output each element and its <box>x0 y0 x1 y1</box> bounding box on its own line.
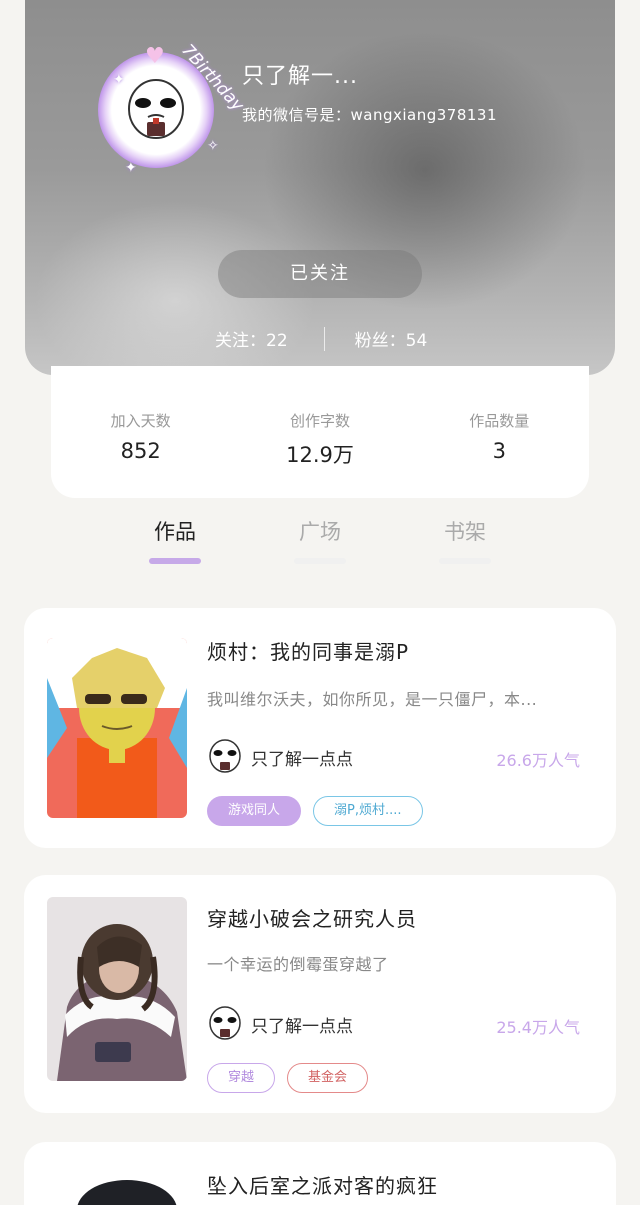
popularity: 26.6万人气 <box>496 751 580 770</box>
tab-indicator <box>149 558 201 564</box>
meme-face-icon <box>128 79 184 139</box>
work-card[interactable]: 坠入后室之派对客的疯狂 <box>24 1142 616 1205</box>
stat-word-count: 创作字数 12.9万 <box>245 410 395 498</box>
divider <box>323 326 325 351</box>
work-author[interactable]: 只了解一点点 <box>207 1006 353 1042</box>
work-description: 一个幸运的倒霉蛋穿越了 <box>207 955 389 974</box>
star-icon: ✦ <box>125 160 137 176</box>
author-name: 只了解一点点 <box>251 749 353 770</box>
tab-square[interactable]: 广场 <box>270 516 370 564</box>
username: 只了解一... <box>242 64 358 89</box>
tab-label: 广场 <box>299 520 341 544</box>
tag-list: 游戏同人 溺P,烦村.... <box>207 796 423 826</box>
cover-image <box>47 897 187 1081</box>
tab-indicator <box>294 558 346 564</box>
stat-works-count: 作品数量 3 <box>424 410 574 498</box>
tag[interactable]: 基金会 <box>287 1063 369 1093</box>
profile-header: ♥ ✦ ✧ ✦ 7Birthday 只了解一... 我的微信号是：wangxia… <box>25 0 615 375</box>
work-description: 我叫维尔沃夫，如你所见，是一只僵尸，本... <box>207 690 538 709</box>
wechat-id: 我的微信号是：wangxiang378131 <box>242 106 498 124</box>
stat-label: 加入天数 <box>110 412 171 430</box>
stat-label: 作品数量 <box>469 412 530 430</box>
work-card[interactable]: 穿越小破会之研究人员 一个幸运的倒霉蛋穿越了 只了解一点点 25.4万人气 穿越… <box>24 875 616 1113</box>
work-title[interactable]: 坠入后室之派对客的疯狂 <box>207 1170 438 1199</box>
cover-image <box>47 1170 187 1205</box>
author-avatar-icon <box>209 739 241 773</box>
cover-image <box>47 638 187 818</box>
stat-value: 12.9万 <box>286 443 354 467</box>
tab-bar: 作品 广场 书架 <box>0 516 640 576</box>
following-count[interactable]: 关注：22 <box>215 326 288 351</box>
follow-stats: 关注：22 粉丝：54 <box>215 326 427 351</box>
author-avatar-icon <box>209 1006 241 1040</box>
author-name: 只了解一点点 <box>251 1016 353 1037</box>
work-title[interactable]: 烦村：我的同事是溺P <box>207 636 409 665</box>
tag[interactable]: 游戏同人 <box>207 796 302 826</box>
avatar[interactable]: ♥ ✦ ✧ ✦ 7Birthday <box>95 20 248 176</box>
work-title[interactable]: 穿越小破会之研究人员 <box>207 903 417 932</box>
work-cover[interactable] <box>47 897 187 1081</box>
stat-value: 3 <box>492 439 506 463</box>
star-icon: ✦ <box>113 72 125 88</box>
tab-label: 书架 <box>444 520 486 544</box>
stat-join-days: 加入天数 852 <box>66 410 216 498</box>
tab-label: 作品 <box>154 520 196 544</box>
tab-bookshelf[interactable]: 书架 <box>415 516 515 564</box>
work-cover[interactable] <box>47 638 187 818</box>
work-card[interactable]: 烦村：我的同事是溺P 我叫维尔沃夫，如你所见，是一只僵尸，本... 只了解一点点… <box>24 608 616 848</box>
popularity: 25.4万人气 <box>496 1018 580 1037</box>
tag[interactable]: 溺P,烦村.... <box>313 796 423 826</box>
stats-card: 加入天数 852 创作字数 12.9万 作品数量 3 <box>51 366 589 498</box>
heart-icon: ♥ <box>145 44 165 69</box>
stat-value: 852 <box>120 439 161 463</box>
work-author[interactable]: 只了解一点点 <box>207 739 353 775</box>
follow-button[interactable]: 已关注 <box>218 250 422 298</box>
stat-label: 创作字数 <box>289 412 350 430</box>
star-icon: ✧ <box>207 138 219 154</box>
tab-indicator <box>439 558 491 564</box>
tag-list: 穿越 基金会 <box>207 1063 369 1093</box>
followers-count[interactable]: 粉丝：54 <box>355 326 428 351</box>
tab-works[interactable]: 作品 <box>125 516 225 564</box>
tag[interactable]: 穿越 <box>207 1063 276 1093</box>
work-cover[interactable] <box>47 1170 187 1205</box>
